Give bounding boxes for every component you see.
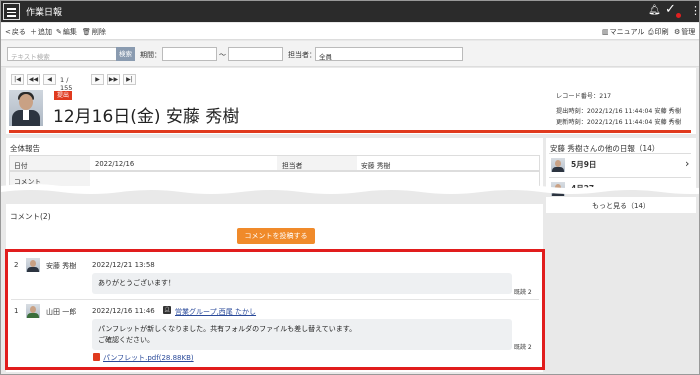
back-button[interactable]: <戻る bbox=[5, 27, 26, 37]
chevron-left-icon: < bbox=[5, 28, 11, 36]
comment-divider bbox=[11, 299, 539, 300]
bell-icon[interactable]: 🔔︎ bbox=[648, 5, 661, 16]
date-value: 2022/12/16 bbox=[95, 160, 135, 168]
commenter-name[interactable]: 安藤 秀樹 bbox=[46, 261, 76, 271]
owner-select[interactable]: 全員 bbox=[315, 47, 463, 61]
date-label: 日付 bbox=[14, 162, 28, 170]
edit-button[interactable]: ✎編集 bbox=[56, 27, 77, 37]
page-count: 1 / 155 bbox=[60, 76, 73, 92]
attachment-link[interactable]: パンフレット.pdf(28.88KB) bbox=[103, 353, 194, 363]
comment-bubble: ありがとうございます！ bbox=[92, 273, 512, 294]
notification-dot bbox=[676, 13, 681, 18]
prev-page-button[interactable]: ◀◀ bbox=[27, 74, 40, 85]
comment-date: 2022/12/16 11:46 bbox=[92, 307, 155, 315]
chevron-right-icon: › bbox=[685, 157, 690, 170]
comment-number: 2 bbox=[14, 261, 19, 269]
period-end-input[interactable] bbox=[228, 47, 283, 61]
other-report-item[interactable]: 5月9日 › bbox=[549, 153, 691, 175]
search-button[interactable]: 検索 bbox=[116, 47, 135, 61]
comment-date: 2022/12/21 13:58 bbox=[92, 261, 155, 269]
manual-button[interactable]: ▥マニュアル bbox=[602, 27, 644, 37]
status-badge: 提出 bbox=[54, 91, 73, 100]
report-title: 12月16日(金) 安藤 秀樹 bbox=[53, 107, 240, 127]
record-number: レコード番号：217 bbox=[556, 93, 612, 100]
comments-title: コメント(2) bbox=[10, 212, 51, 221]
last-page-button[interactable]: ▶| bbox=[123, 74, 136, 85]
gear-icon: ⚙ bbox=[674, 28, 681, 36]
report-header: |◀ ◀◀ ◀ 1 / 155 ▶ ▶▶ ▶| 提出 12月16日(金) 安藤 … bbox=[6, 68, 696, 134]
post-comment-button[interactable]: コメントを投稿する bbox=[237, 228, 315, 244]
prev-button[interactable]: ◀ bbox=[43, 74, 56, 85]
delete-button[interactable]: 🗑︎削除 bbox=[82, 27, 106, 37]
app-title: 作業日報 bbox=[26, 8, 63, 18]
book-icon: ▥ bbox=[602, 28, 609, 36]
period-label: 期間： bbox=[140, 51, 161, 59]
commenter-name[interactable]: 山田 一郎 bbox=[46, 307, 76, 317]
toolbar: <戻る ＋追加 ✎編集 🗑︎削除 ▥マニュアル ⎙印刷 ⚙管理 bbox=[1, 23, 699, 40]
plus-icon: ＋ bbox=[30, 28, 37, 36]
author-avatar bbox=[9, 90, 43, 126]
mention-group-link[interactable]: 営業グループ,西尾 たかし bbox=[175, 307, 256, 317]
owner-label: 担当者： bbox=[288, 51, 316, 59]
comments-highlight-box: 2 安藤 秀樹 2022/12/21 13:58 ありがとうございます！ 既読 … bbox=[5, 249, 545, 370]
print-button[interactable]: ⎙印刷 bbox=[648, 27, 669, 37]
app-frame: 作業日報 🔔︎ ✓ ⋮ <戻る ＋追加 ✎編集 🗑︎削除 ▥マニュアル ⎙印刷 … bbox=[0, 0, 700, 375]
pdf-file-icon bbox=[93, 353, 100, 361]
more-link[interactable]: もっと見る（14） bbox=[592, 201, 650, 211]
comment-bubble: パンフレットが新しくなりました。共有フォルダのファイルも差し替えています。 ご確… bbox=[92, 319, 512, 350]
commenter-avatar bbox=[26, 304, 40, 318]
more-link-area: もっと見る（14） bbox=[546, 197, 696, 213]
next-page-button[interactable]: ▶▶ bbox=[107, 74, 120, 85]
first-page-button[interactable]: |◀ bbox=[11, 74, 24, 85]
date-row: 日付 2022/12/16 担当者 安藤 秀樹 bbox=[9, 155, 540, 171]
user-group-icon: 👤︎ bbox=[163, 306, 171, 314]
trash-icon: 🗑︎ bbox=[82, 28, 91, 36]
updated-time: 更新時刻：2022/12/16 11:44:04 安藤 秀樹 bbox=[556, 119, 682, 126]
pencil-icon: ✎ bbox=[56, 28, 62, 36]
owner-row-value: 安藤 秀樹 bbox=[361, 162, 391, 170]
text-search-input[interactable]: テキスト検索 bbox=[7, 47, 117, 61]
read-count: 既読 2 bbox=[514, 344, 532, 351]
period-tilde: ～ bbox=[219, 51, 226, 59]
torn-edge bbox=[1, 184, 699, 194]
top-bar: 作業日報 🔔︎ ✓ ⋮ bbox=[1, 1, 700, 22]
submitted-time: 提出時刻：2022/12/16 11:44:04 安藤 秀樹 bbox=[556, 108, 682, 115]
hamburger-menu-icon[interactable] bbox=[3, 3, 20, 20]
read-count: 既読 2 bbox=[514, 289, 532, 296]
admin-button[interactable]: ⚙管理 bbox=[674, 27, 695, 37]
period-start-input[interactable] bbox=[162, 47, 217, 61]
overall-report-title: 全体報告 bbox=[10, 144, 40, 153]
check-icon[interactable]: ✓ bbox=[665, 2, 676, 17]
commenter-avatar bbox=[26, 258, 40, 272]
owner-row-label: 担当者 bbox=[282, 162, 303, 170]
mini-avatar bbox=[551, 158, 565, 172]
next-button[interactable]: ▶ bbox=[91, 74, 104, 85]
search-bar: テキスト検索 検索 期間： ～ 担当者： 全員 bbox=[1, 41, 699, 67]
header-divider bbox=[9, 130, 691, 133]
more-vertical-icon[interactable]: ⋮ bbox=[690, 4, 700, 17]
printer-icon: ⎙ bbox=[648, 28, 654, 36]
comment-number: 1 bbox=[14, 307, 19, 315]
add-button[interactable]: ＋追加 bbox=[30, 27, 52, 37]
